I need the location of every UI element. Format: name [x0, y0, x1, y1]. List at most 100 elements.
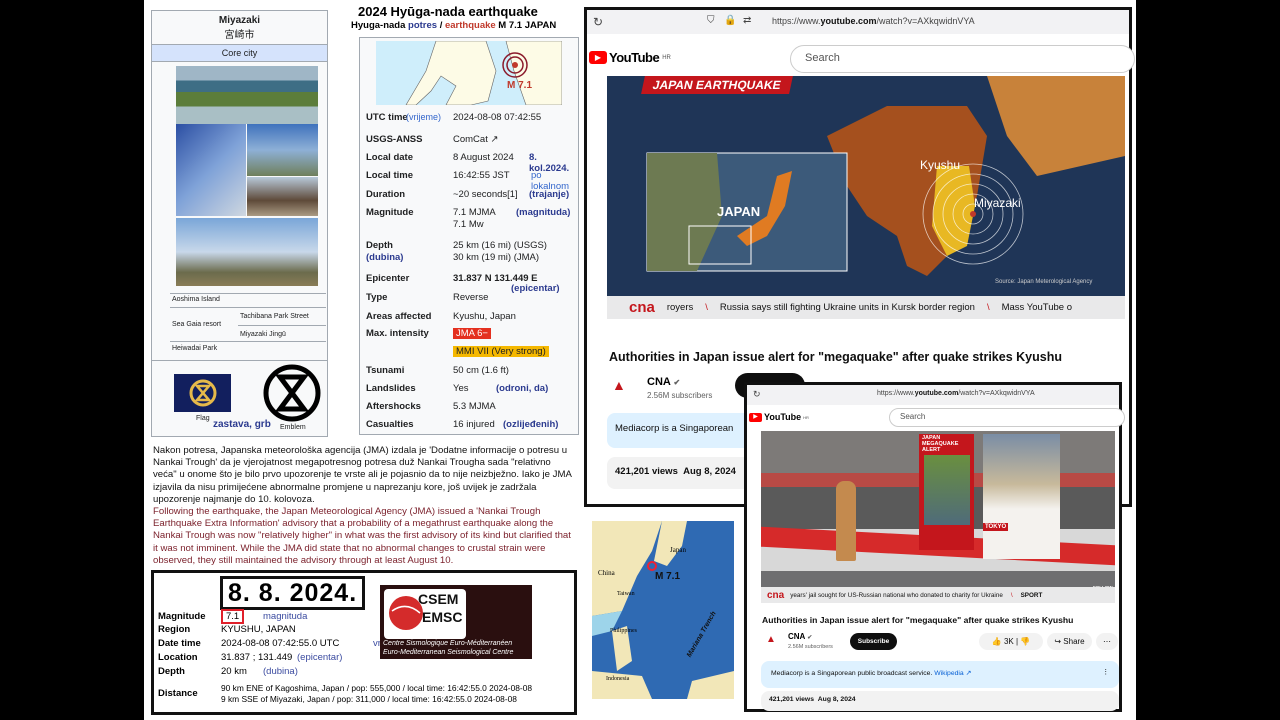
- emsc-box: 8. 8. 2024. Magnitude 7.1 magnituda Region K…: [151, 570, 577, 715]
- share-label: Share: [1063, 637, 1085, 646]
- quake-row-note: (trajanje): [529, 189, 570, 200]
- video-player-second[interactable]: JAPAN MEGAQUAKE ALERT TOKYO FOLLOW cna y…: [761, 431, 1115, 603]
- quake-row-label-note: (dubina): [366, 252, 404, 263]
- map-source: Source: Japan Meterological Agency: [995, 279, 1093, 285]
- quake-location-map: M 7.1: [376, 41, 562, 105]
- subscriber-count: 2.56M subscribers: [647, 391, 713, 400]
- url-prefix: https://www.: [772, 16, 821, 26]
- subtitle-part: /: [437, 20, 445, 31]
- view-count: 421,201 views: [615, 466, 678, 477]
- video-player-main[interactable]: JAPAN EARTHQUAKE JAPAN Kyushu Miyazaki S…: [607, 76, 1125, 319]
- quake-row-note: (ozlijeđenih): [503, 419, 559, 430]
- ticker-item: Russia says still fighting Ukraine units…: [719, 302, 975, 313]
- quake-row-label: Duration: [366, 189, 406, 200]
- info-panel: Mediacorp is a Singaporean public broadc…: [761, 661, 1119, 688]
- emsc-row-value: 20 km: [221, 666, 247, 677]
- quake-row-value-2: 30 km (19 mi) (JMA): [453, 252, 540, 263]
- quake-row-value: Kyushu, Japan: [453, 311, 516, 322]
- channel-avatar[interactable]: ▲: [766, 634, 776, 645]
- emsc-row-note: (dubina): [263, 666, 298, 677]
- search-input[interactable]: Search: [790, 45, 1135, 73]
- city-title: Miyazaki: [218, 15, 261, 26]
- emsc-row-value: KYUSHU, JAPAN: [221, 624, 296, 635]
- url-text[interactable]: https://www.youtube.com/watch?v=AXkqwidn…: [772, 16, 975, 26]
- channel-name-text: CNA: [788, 632, 806, 641]
- quake-row-value: 16 injured: [453, 419, 495, 430]
- reload-icon[interactable]: ↻: [593, 15, 603, 29]
- url-path: /watch?v=AXkqwidnVYA: [958, 390, 1035, 397]
- youtube-logo-text: YouTube: [764, 412, 802, 422]
- channel-name[interactable]: CNA ✔: [647, 376, 680, 388]
- quake-row-label: Epicenter: [366, 273, 410, 284]
- emblem-icon: [263, 364, 321, 422]
- lock-icon[interactable]: 🔒: [724, 15, 736, 26]
- wikipedia-link[interactable]: Wikipedia: [934, 670, 963, 677]
- youtube-logo[interactable]: ▶ YouTube HR: [589, 50, 671, 65]
- emsc-row-value: 90 km ENE of Kagoshima, Japan / pop: 555…: [221, 683, 533, 693]
- ticker-item: Mass YouTube o: [1001, 302, 1072, 313]
- description-paragraph: Nakon potresa, Japanska meteorološka age…: [153, 445, 575, 567]
- youtube-window-second: ↻ https://www.youtube.com/watch?v=AXkqwi…: [744, 382, 1125, 712]
- news-ticker: cna years' jail sought for US-Russian na…: [761, 587, 1115, 603]
- emsc-row-label: Region: [158, 624, 191, 635]
- paragraph-english: Following the earthquake, the Japan Mete…: [153, 506, 571, 566]
- share-button[interactable]: ↪ Share: [1047, 633, 1092, 650]
- pacific-quake-label: M 7.1: [655, 571, 681, 582]
- photo-tachibana: [247, 124, 318, 176]
- like-count: 3K: [1003, 637, 1014, 646]
- cna-logo: cna: [767, 589, 785, 601]
- subscribe-button[interactable]: Subscribe: [850, 633, 897, 650]
- caption-jingu: Miyazaki Jingū: [240, 331, 286, 338]
- video-title: Authorities in Japan issue alert for "me…: [609, 350, 1062, 364]
- youtube-logo[interactable]: ▶ YouTube HR: [749, 412, 809, 422]
- collage-canvas: Miyazaki 宮崎市 Core city Aoshima Island Ta…: [144, 0, 1136, 720]
- quake-row-value: JMA 6−: [453, 328, 491, 339]
- like-button[interactable]: 👍 3K: [992, 637, 1014, 646]
- video-banner: JAPAN EARTHQUAKE: [641, 76, 793, 94]
- flag-image: [174, 374, 231, 412]
- quake-title: 2024 Hyūga-nada earthquake: [358, 4, 538, 19]
- photo-heiwadai: [176, 218, 318, 286]
- channel-avatar[interactable]: ▲: [612, 377, 626, 393]
- emsc-row-value: 31.837 ; 131.449: [221, 652, 293, 663]
- divider: [170, 341, 326, 342]
- quake-row-value: 50 cm (1.6 ft): [453, 365, 509, 376]
- emsc-row-label: Depth: [158, 666, 185, 677]
- url-text[interactable]: https://www.youtube.com/watch?v=AXkqwidn…: [877, 390, 1035, 397]
- pacific-map: China Japan Taiwan Philippines Indonesia…: [592, 521, 734, 699]
- map-label-kyushu: Kyushu: [920, 158, 961, 172]
- quake-row-label: Local time: [366, 170, 413, 181]
- label-taiwan: Taiwan: [617, 591, 635, 597]
- region-code: HR: [662, 54, 671, 61]
- news-ticker: cna royers \ Russia says still fighting …: [607, 296, 1125, 319]
- reload-icon[interactable]: ↻: [753, 389, 761, 400]
- search-input[interactable]: Search: [889, 408, 1125, 427]
- description-box[interactable]: 421,201 views Aug 8, 2024: [607, 457, 757, 489]
- emsc-row-label: Magnitude: [158, 611, 206, 622]
- divider: [170, 293, 326, 294]
- more-actions-button[interactable]: ⋯: [1096, 633, 1118, 650]
- quake-row-note: (odroni, da): [496, 383, 549, 394]
- youtube-logo-text: YouTube: [609, 50, 660, 65]
- divider: [238, 325, 326, 326]
- quake-subtitle: Hyuga-nada potres / earthquake M 7.1 JAP…: [351, 20, 556, 31]
- caption-aoshima: Aoshima Island: [172, 296, 220, 303]
- logo-csem: CSEM: [418, 591, 459, 607]
- permissions-icon[interactable]: ⇄: [743, 15, 751, 26]
- shield-icon[interactable]: ⛉: [707, 15, 715, 26]
- quake-row-note: (epicentar): [511, 283, 560, 294]
- logo-emsc: EMSC: [422, 609, 463, 625]
- label-philippines: Philippines: [610, 628, 638, 634]
- channel-name[interactable]: CNA ✔: [788, 632, 812, 641]
- quake-infobox: M 7.1 UTC time (vrijeme) 2024-08-08 07:42:…: [359, 37, 579, 435]
- subscriber-count: 2.56M subscribers: [788, 644, 833, 650]
- info-panel: Mediacorp is a Singaporean: [607, 413, 757, 448]
- like-dislike-group: 👍 3K | 👎: [979, 633, 1043, 650]
- city-type: Core city: [152, 44, 327, 62]
- quake-row-label-note: (vrijeme): [406, 112, 441, 122]
- subtitle-part: earthquake: [444, 20, 496, 31]
- info-menu-icon[interactable]: ⋮: [1102, 668, 1109, 676]
- quake-row-label: Landslides: [366, 383, 416, 394]
- dislike-button[interactable]: 👎: [1020, 637, 1030, 646]
- description-box[interactable]: 421,201 views Aug 8, 2024: [761, 691, 1119, 711]
